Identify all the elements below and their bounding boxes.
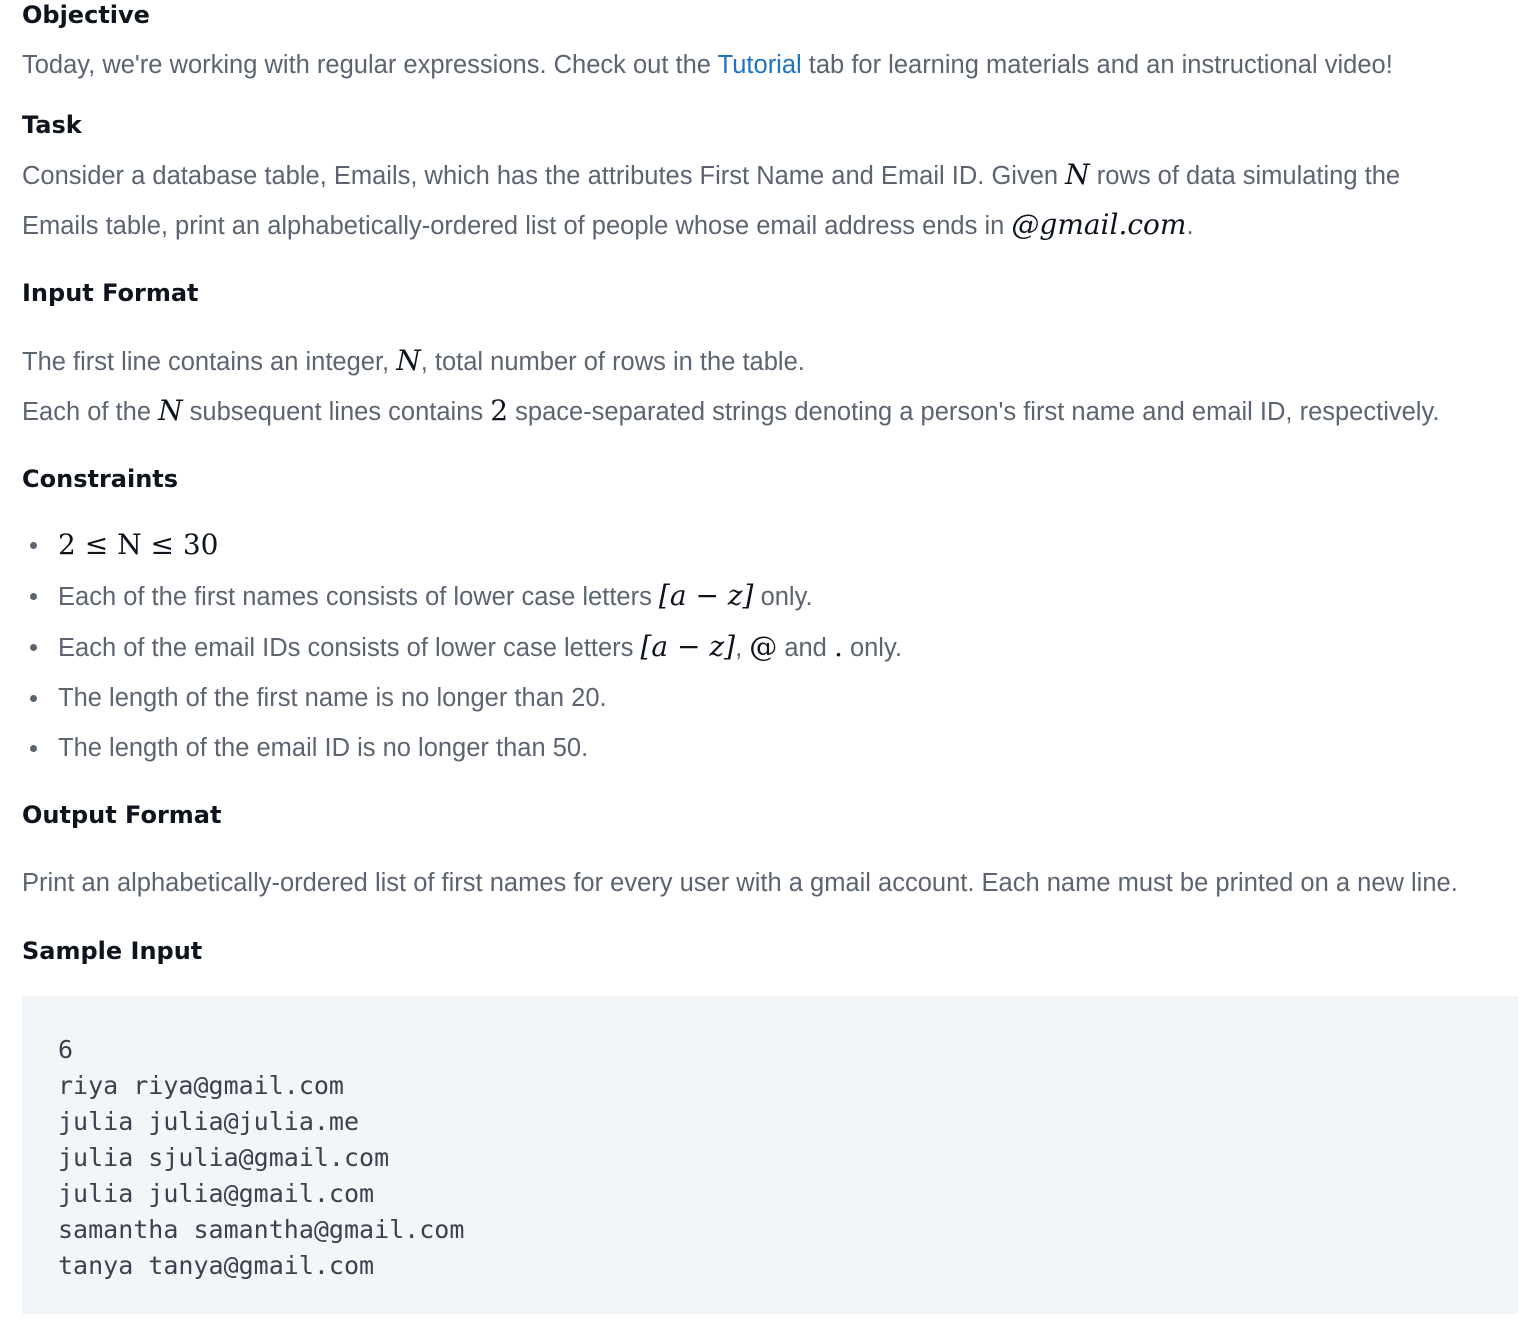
list-item: 2 ≤ N ≤ 30	[22, 520, 1518, 571]
code-line: julia julia@gmail.com	[58, 1179, 375, 1208]
code-line: julia julia@julia.me	[58, 1107, 360, 1136]
math-n: N	[396, 344, 421, 377]
input-format-line2: Each of the N subsequent lines contains …	[22, 394, 1440, 427]
sample-input-heading: Sample Input	[22, 937, 203, 965]
tutorial-link[interactable]: Tutorial	[718, 51, 802, 79]
input-format-line1: The first line contains an integer, N, t…	[22, 344, 805, 377]
math-dot-symbol: .	[833, 630, 843, 663]
math-letter-range: [a − z]	[640, 630, 736, 663]
objective-text: Today, we're working with regular expres…	[22, 51, 1393, 79]
list-item: Each of the first names consists of lowe…	[22, 571, 1518, 622]
task-text-line1: Consider a database table, Emails, which…	[22, 158, 1401, 191]
output-format-heading: Output Format	[22, 801, 222, 829]
input-format-heading: Input Format	[22, 279, 199, 307]
task-text-line2: Emails table, print an alphabetically-or…	[22, 208, 1194, 241]
math-n: N	[158, 394, 183, 427]
code-line: riya riya@gmail.com	[58, 1071, 344, 1100]
math-at-symbol: @	[749, 630, 778, 663]
task-heading: Task	[22, 111, 82, 139]
code-line: 6	[58, 1035, 74, 1064]
sample-input-code-block: 6 riya riya@gmail.com julia julia@julia.…	[22, 996, 1518, 1314]
math-n: N	[1065, 158, 1090, 191]
code-line: julia sjulia@gmail.com	[58, 1143, 390, 1172]
math-gmail-domain: @gmail.com	[1011, 208, 1187, 241]
list-item: The length of the first name is no longe…	[22, 673, 1518, 723]
math-letter-range: [a − z]	[658, 579, 754, 612]
math-two: 2	[490, 394, 509, 427]
math-n-range: 2 ≤ N ≤ 30	[58, 528, 219, 561]
code-line: tanya tanya@gmail.com	[58, 1251, 375, 1280]
objective-heading: Objective	[22, 1, 150, 29]
code-line: samantha samantha@gmail.com	[58, 1215, 465, 1244]
constraints-heading: Constraints	[22, 465, 179, 493]
list-item: Each of the email IDs consists of lower …	[22, 622, 1518, 673]
list-item: The length of the email ID is no longer …	[22, 723, 1518, 773]
constraints-list: 2 ≤ N ≤ 30 Each of the first names consi…	[22, 520, 1518, 773]
output-format-text: Print an alphabetically-ordered list of …	[22, 869, 1458, 897]
